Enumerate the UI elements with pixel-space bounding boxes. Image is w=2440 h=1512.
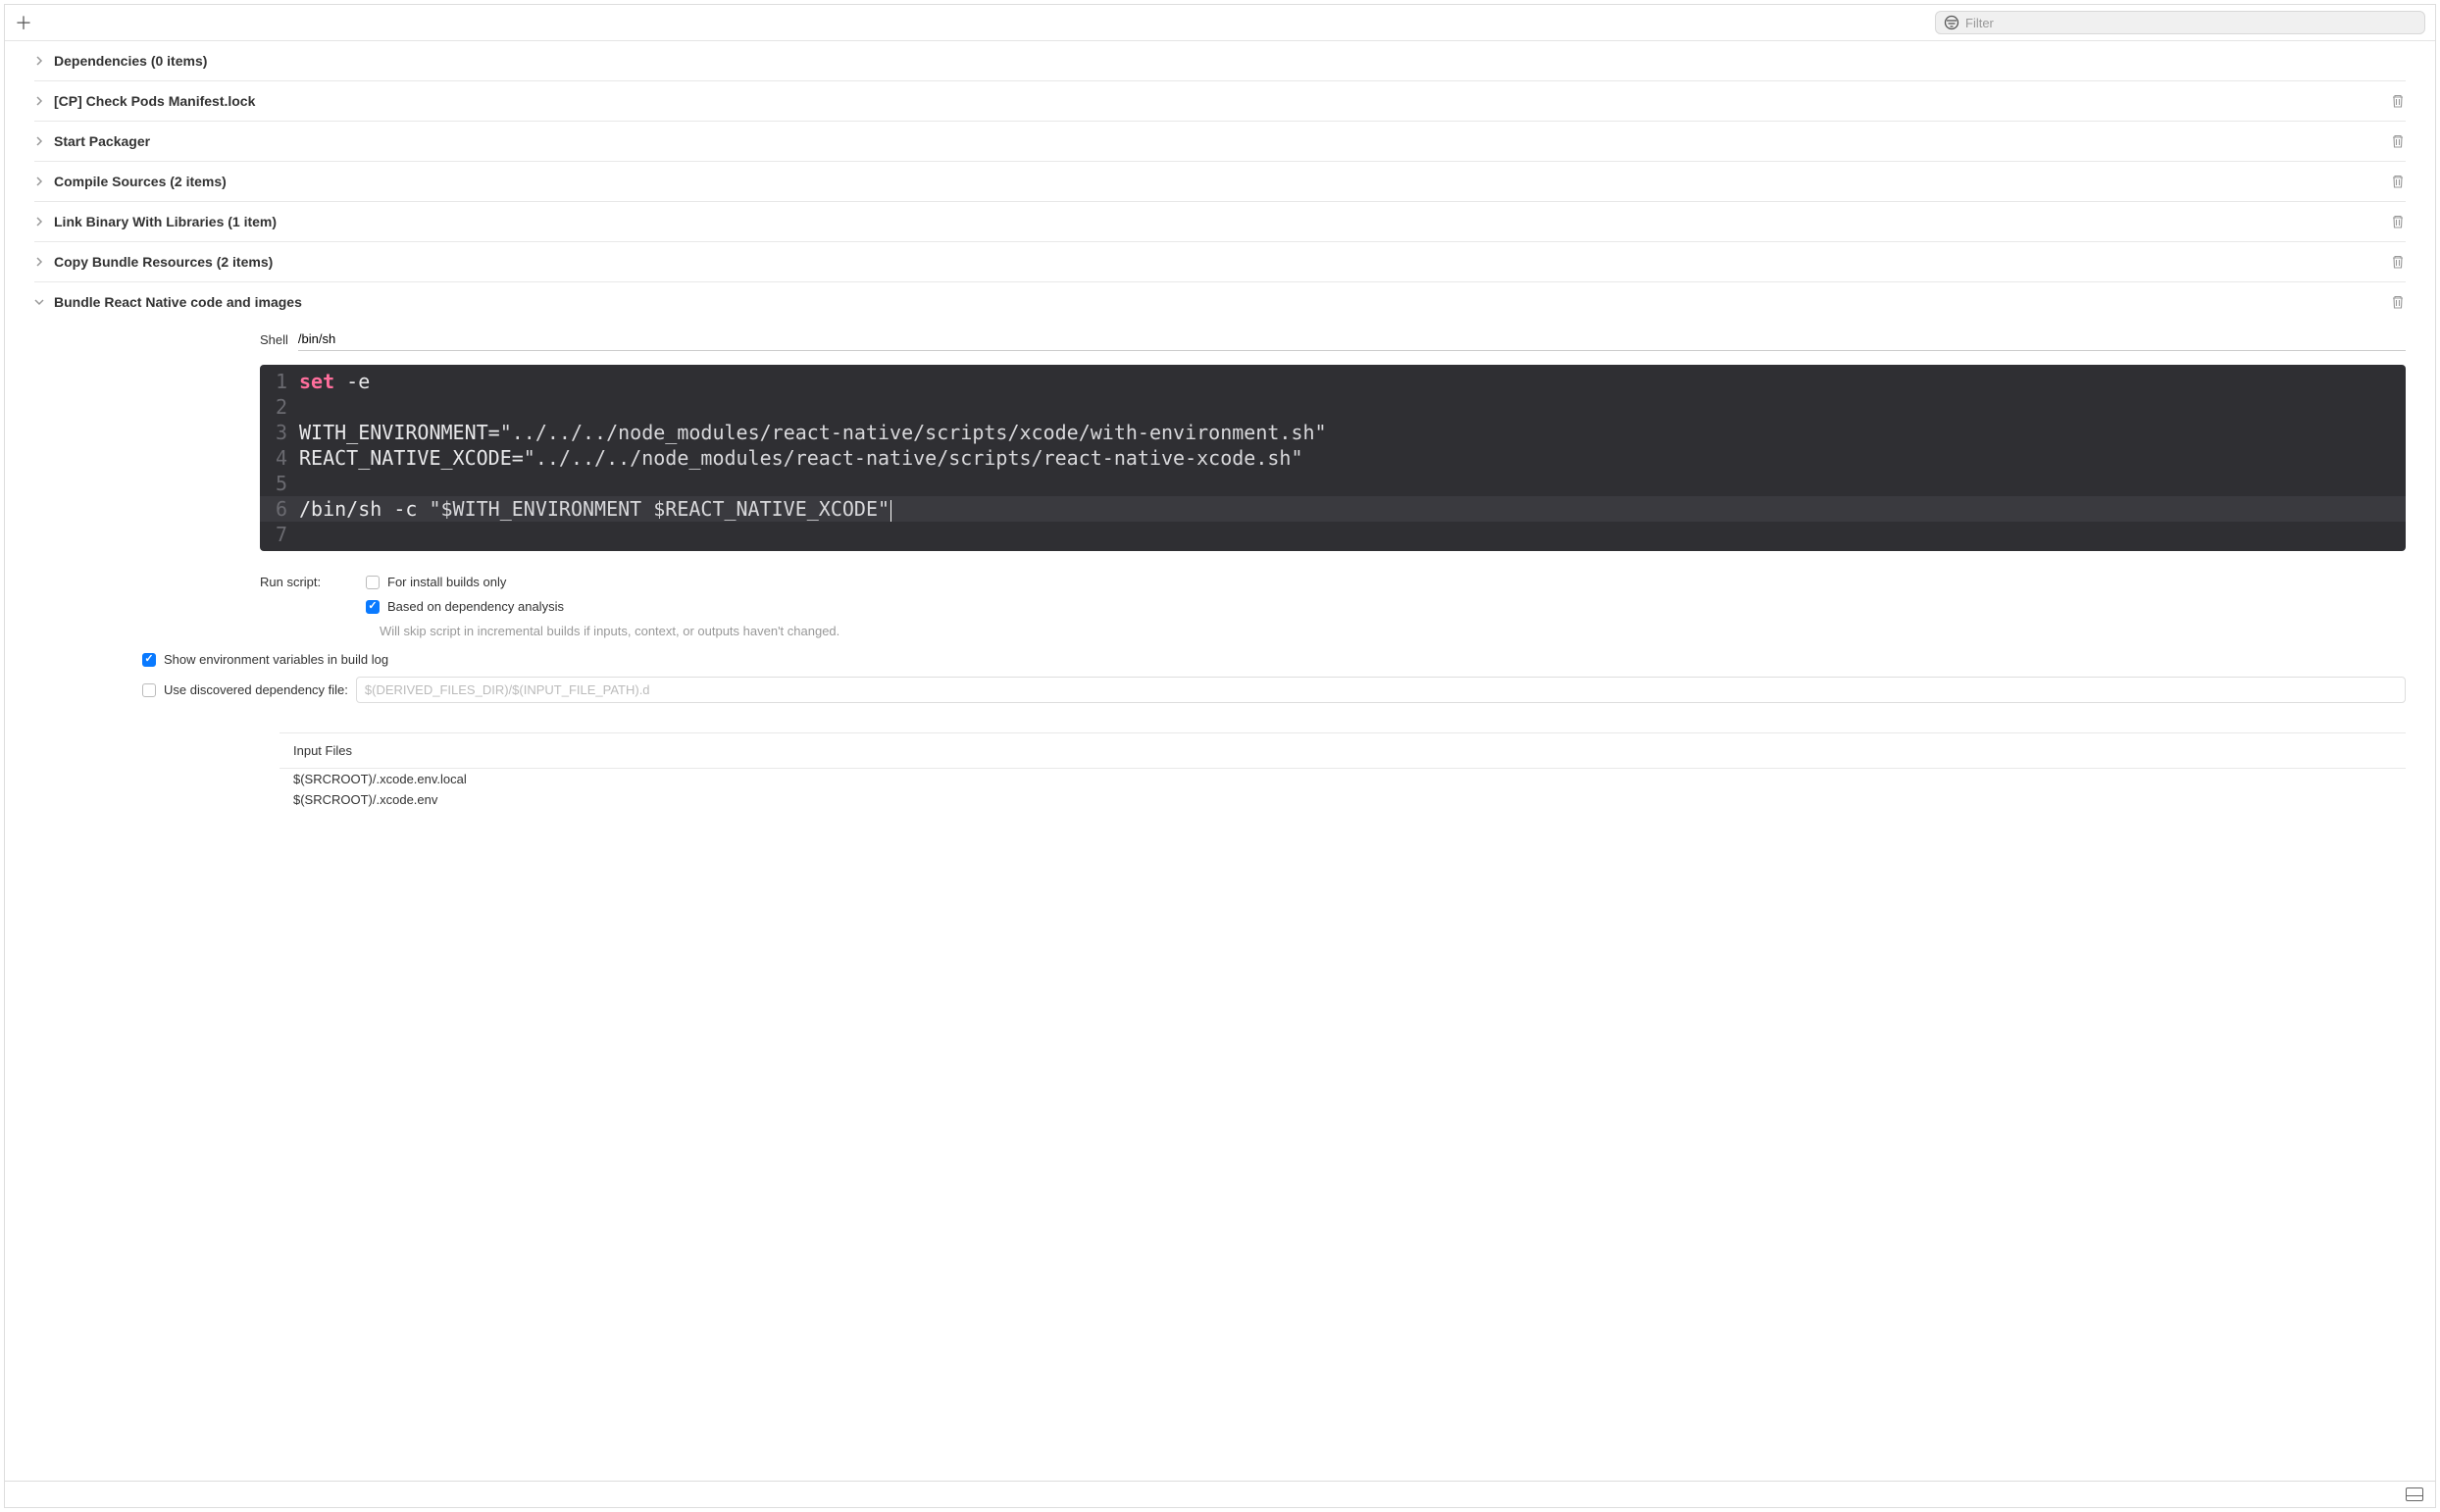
trash-icon[interactable] bbox=[2390, 93, 2406, 109]
bottom-bar bbox=[5, 1481, 2435, 1507]
phase-dependencies: Dependencies (0 items) bbox=[34, 41, 2406, 81]
show-env-checkbox[interactable] bbox=[142, 653, 156, 667]
phase-start-packager: Start Packager bbox=[34, 122, 2406, 162]
phase-title: Start Packager bbox=[54, 133, 150, 149]
phase-check-pods: [CP] Check Pods Manifest.lock bbox=[34, 81, 2406, 122]
phase-header[interactable]: Start Packager bbox=[34, 133, 2406, 149]
install-builds-checkbox[interactable] bbox=[366, 576, 380, 589]
chevron-right-icon bbox=[34, 176, 44, 186]
phase-title: [CP] Check Pods Manifest.lock bbox=[54, 93, 255, 109]
trash-icon[interactable] bbox=[2390, 214, 2406, 229]
trash-icon[interactable] bbox=[2390, 174, 2406, 189]
dependency-hint: Will skip script in incremental builds i… bbox=[380, 624, 839, 638]
phase-body: Shell 1set -e 2 3WITH_ENVIRONMENT="../..… bbox=[34, 310, 2406, 810]
phase-link-binary: Link Binary With Libraries (1 item) bbox=[34, 202, 2406, 242]
shell-input[interactable] bbox=[298, 328, 2406, 351]
phase-header[interactable]: Compile Sources (2 items) bbox=[34, 174, 2406, 189]
input-file-row[interactable]: $(SRCROOT)/.xcode.env bbox=[280, 789, 2406, 810]
dependency-analysis-label: Based on dependency analysis bbox=[387, 599, 564, 614]
phase-header[interactable]: Copy Bundle Resources (2 items) bbox=[34, 254, 2406, 270]
phase-title: Copy Bundle Resources (2 items) bbox=[54, 254, 273, 270]
chevron-right-icon bbox=[34, 217, 44, 227]
phase-header[interactable]: [CP] Check Pods Manifest.lock bbox=[34, 93, 2406, 109]
trash-icon[interactable] bbox=[2390, 133, 2406, 149]
phase-bundle-rn: Bundle React Native code and images Shel… bbox=[34, 282, 2406, 822]
panel-toggle-icon[interactable] bbox=[2406, 1487, 2423, 1501]
dependency-analysis-checkbox[interactable] bbox=[366, 600, 380, 614]
input-file-row[interactable]: $(SRCROOT)/.xcode.env.local bbox=[280, 769, 2406, 789]
show-env-label: Show environment variables in build log bbox=[164, 652, 388, 667]
phase-compile-sources: Compile Sources (2 items) bbox=[34, 162, 2406, 202]
chevron-right-icon bbox=[34, 96, 44, 106]
phase-header[interactable]: Dependencies (0 items) bbox=[34, 53, 2406, 69]
filter-icon bbox=[1944, 15, 1959, 30]
filter-box[interactable] bbox=[1935, 11, 2425, 34]
chevron-right-icon bbox=[34, 257, 44, 267]
code-editor[interactable]: 1set -e 2 3WITH_ENVIRONMENT="../../../no… bbox=[260, 365, 2406, 551]
phase-title: Link Binary With Libraries (1 item) bbox=[54, 214, 277, 229]
phase-copy-bundle: Copy Bundle Resources (2 items) bbox=[34, 242, 2406, 282]
phase-header[interactable]: Link Binary With Libraries (1 item) bbox=[34, 214, 2406, 229]
build-phases-panel: ＋ Dependencies (0 items) bbox=[4, 4, 2436, 1508]
toolbar: ＋ bbox=[5, 5, 2435, 41]
phase-header[interactable]: Bundle React Native code and images bbox=[34, 294, 2406, 310]
chevron-down-icon bbox=[34, 297, 44, 307]
input-files-section: Input Files $(SRCROOT)/.xcode.env.local … bbox=[280, 732, 2406, 810]
input-files-header[interactable]: Input Files bbox=[280, 733, 2406, 769]
filter-input[interactable] bbox=[1965, 16, 2416, 30]
phase-title: Compile Sources (2 items) bbox=[54, 174, 227, 189]
install-builds-label: For install builds only bbox=[387, 575, 506, 589]
phase-title: Bundle React Native code and images bbox=[54, 294, 302, 310]
shell-label: Shell bbox=[260, 332, 288, 347]
discovered-dep-input[interactable] bbox=[356, 677, 2406, 703]
phases-list: Dependencies (0 items) [CP] Check Pods M… bbox=[5, 41, 2435, 1481]
text-cursor bbox=[890, 500, 891, 522]
chevron-right-icon bbox=[34, 136, 44, 146]
discovered-dep-checkbox[interactable] bbox=[142, 683, 156, 697]
run-script-label: Run script: bbox=[260, 575, 358, 589]
discovered-dep-label: Use discovered dependency file: bbox=[164, 682, 348, 697]
trash-icon[interactable] bbox=[2390, 294, 2406, 310]
phase-title: Dependencies (0 items) bbox=[54, 53, 207, 69]
trash-icon[interactable] bbox=[2390, 254, 2406, 270]
add-phase-button[interactable]: ＋ bbox=[15, 14, 32, 31]
chevron-right-icon bbox=[34, 56, 44, 66]
